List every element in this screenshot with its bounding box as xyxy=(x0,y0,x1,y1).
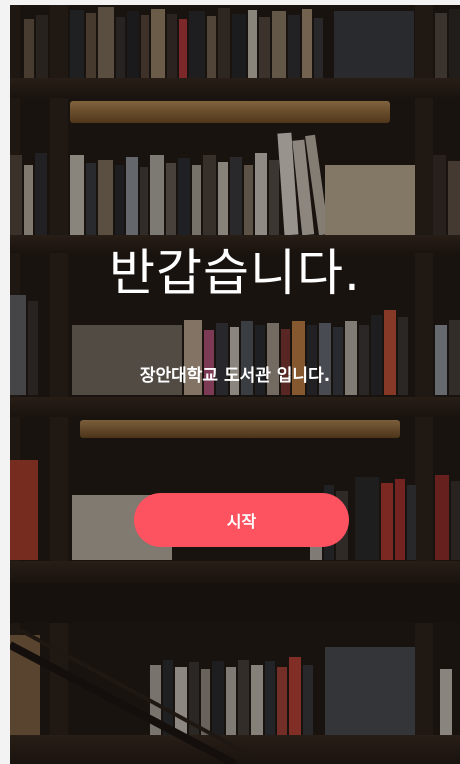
start-button[interactable]: 시작 xyxy=(134,493,349,547)
welcome-title: 반갑습니다. xyxy=(109,244,361,302)
welcome-screen: 반갑습니다. 장안대학교 도서관 입니다. 시작 xyxy=(10,5,460,764)
library-subtitle: 장안대학교 도서관 입니다. xyxy=(139,366,331,386)
